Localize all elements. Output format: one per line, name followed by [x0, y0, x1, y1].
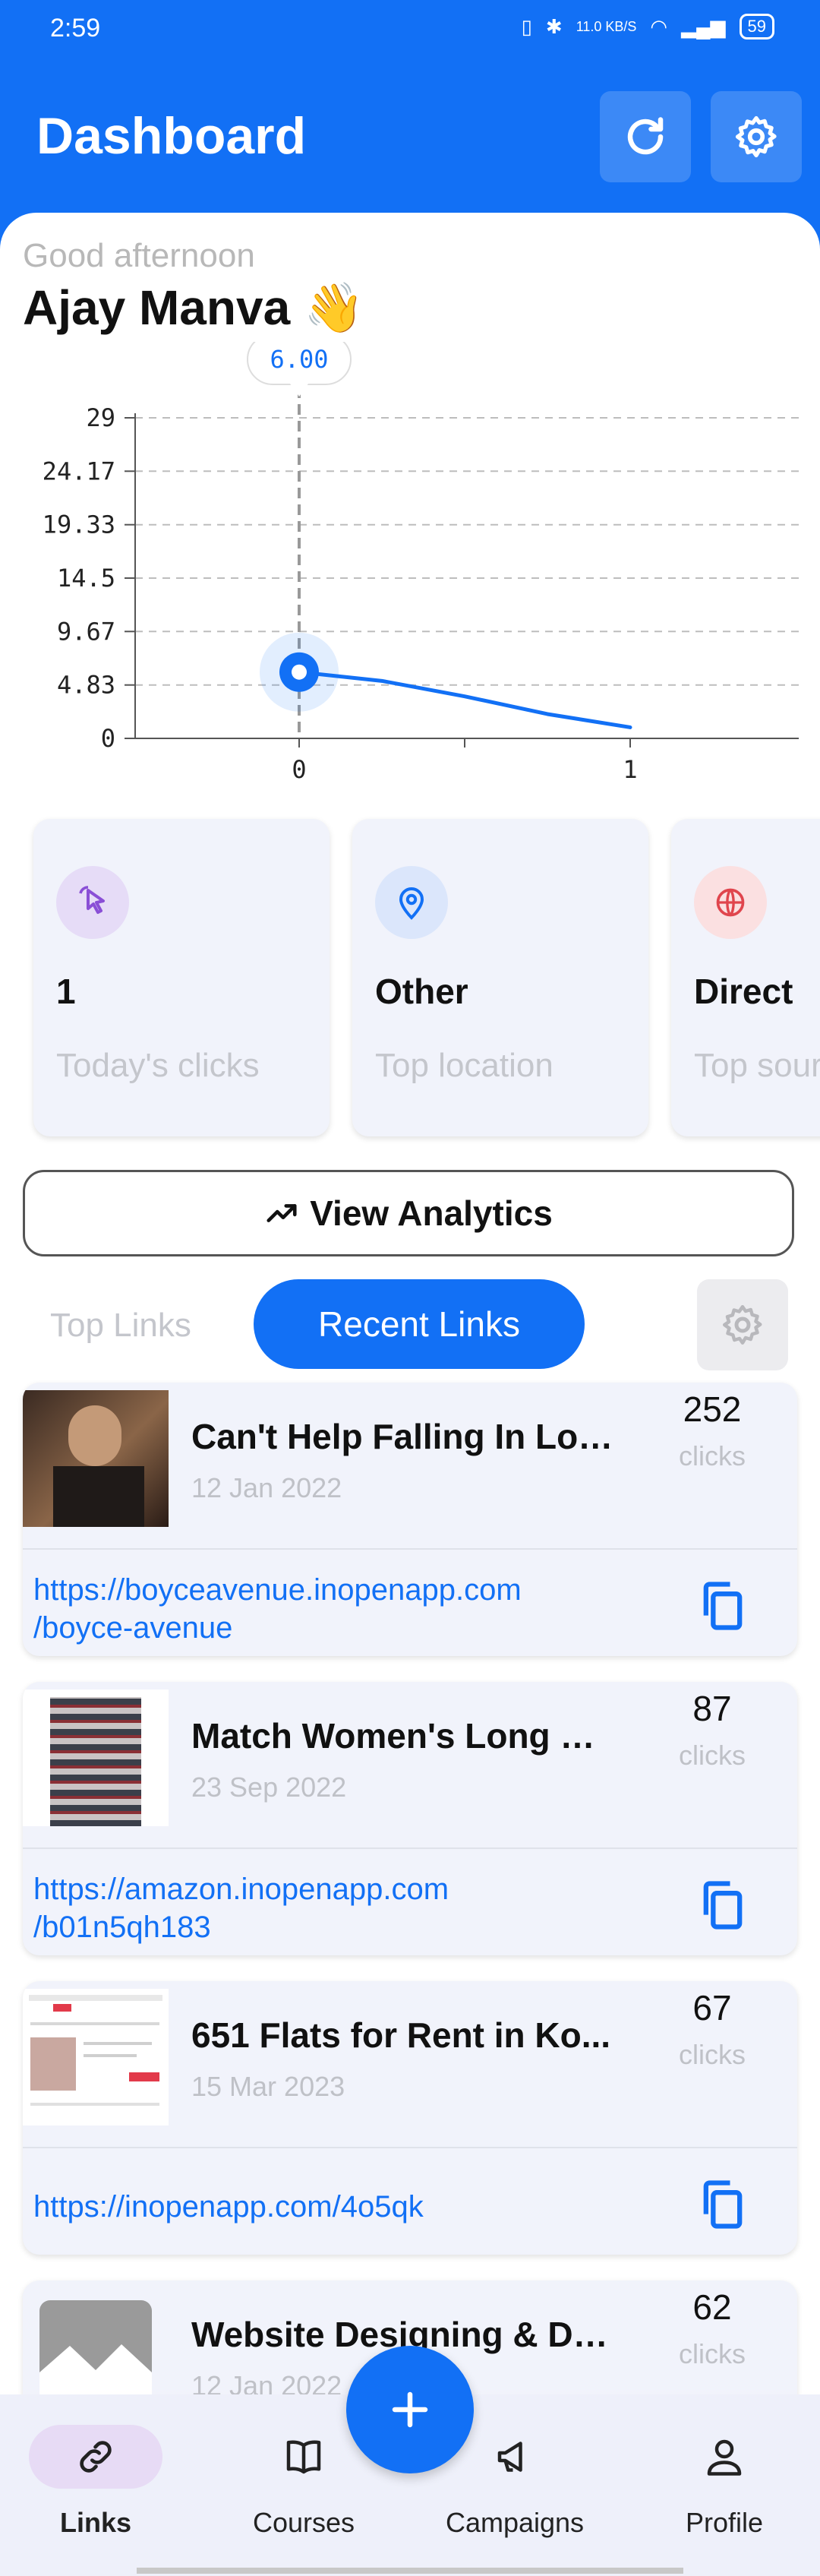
network-speed: 11.0 KB/S: [576, 18, 637, 34]
link-date: 15 Mar 2023: [191, 2071, 345, 2102]
refresh-button[interactable]: [600, 91, 691, 182]
y-tick-label: 29: [86, 403, 115, 432]
divider: [23, 1548, 797, 1550]
link-card[interactable]: 651 Flats for Rent in Ko... 15 Mar 2023 …: [23, 1981, 797, 2255]
stat-card-location[interactable]: Other Top location: [352, 819, 648, 1136]
copy-icon[interactable]: [694, 1577, 752, 1635]
stat-label: Top source: [694, 1047, 820, 1084]
tooltip-pointer: [290, 384, 308, 397]
trending-up-icon: [266, 1204, 297, 1222]
data-point-center: [292, 664, 307, 680]
click-count: 62: [692, 2287, 732, 2327]
y-tick-label: 24.17: [43, 457, 115, 485]
stat-value: 1: [56, 972, 76, 1011]
stat-card-source[interactable]: Direct Top source: [671, 819, 820, 1136]
stat-value: Direct: [694, 972, 793, 1011]
gesture-bar: [137, 2568, 683, 2574]
x-tick-label: 1: [623, 755, 637, 782]
series-line: [297, 670, 632, 729]
link-url[interactable]: https://inopenapp.com/4o5qk: [33, 2188, 424, 2226]
status-time: 2:59: [50, 14, 101, 43]
gear-icon: [723, 1305, 762, 1345]
wifi-icon: ◠: [650, 14, 668, 38]
link-thumbnail: [23, 1689, 169, 1826]
stat-label: Today's clicks: [56, 1047, 260, 1084]
link-url-line: /boyce-avenue: [33, 1611, 233, 1645]
status-icons: ▯ ✱ 11.0 KB/S ◠ ▂▄▆ 59: [522, 14, 774, 40]
nav-item-links[interactable]: Links: [12, 2425, 179, 2539]
dashboard-content: Good afternoon Ajay Manva 👋 29 24.17 19.33…: [0, 213, 820, 2401]
link-url-line: https://inopenapp.com/4o5qk: [33, 2190, 424, 2224]
clicks-chart: 29 24.17 19.33 14.5 9.67 4.83 0 0 1 6.00: [43, 342, 799, 782]
y-tick-label: 4.83: [57, 671, 115, 700]
tooltip-value: 6.00: [270, 345, 328, 374]
link-card[interactable]: Match Women's Long Sl... 23 Sep 2022 87 …: [23, 1682, 797, 1955]
list-settings-button[interactable]: [697, 1279, 788, 1370]
link-url-line: https://boyceavenue.inopenapp.com: [33, 1573, 522, 1607]
nav-label: Links: [59, 2507, 132, 2538]
link-url[interactable]: https://amazon.inopenapp.com/b01n5qh183: [33, 1870, 449, 1946]
wave-emoji: 👋: [303, 280, 364, 335]
y-tick-label: 9.67: [57, 617, 115, 646]
y-tick-label: 14.5: [57, 564, 115, 593]
link-title: Match Women's Long Sl...: [191, 1716, 617, 1756]
signal-icon: ▂▄▆: [681, 14, 726, 38]
link-icon: [29, 2425, 162, 2489]
battery-icon: 59: [739, 14, 774, 40]
refresh-icon: [627, 117, 664, 155]
page-title: Dashboard: [36, 107, 307, 165]
copy-icon[interactable]: [694, 2176, 752, 2233]
stat-value: Other: [375, 972, 468, 1011]
view-analytics-button[interactable]: View Analytics: [23, 1170, 794, 1256]
link-title: Can't Help Falling In Lov...: [191, 1417, 617, 1456]
copy-icon[interactable]: [694, 1876, 752, 1934]
click-label: clicks: [679, 1740, 746, 1771]
person-icon: [658, 2425, 791, 2489]
globe-icon: [694, 866, 767, 939]
tab-top-links[interactable]: Top Links: [50, 1307, 191, 1345]
user-name: Ajay Manva 👋: [23, 280, 364, 337]
divider: [23, 1847, 797, 1849]
location-pin-icon: [375, 866, 448, 939]
bluetooth-icon: ✱: [545, 14, 563, 38]
nav-label: Profile: [685, 2507, 764, 2538]
link-date: 12 Jan 2022: [191, 1472, 342, 1503]
cursor-click-icon: [56, 866, 129, 939]
settings-button[interactable]: [711, 91, 802, 182]
click-count: 87: [692, 1689, 732, 1728]
nav-label: Campaigns: [445, 2507, 585, 2538]
click-label: clicks: [679, 2338, 746, 2369]
y-tick-label: 19.33: [43, 510, 115, 539]
link-url-line: /b01n5qh183: [33, 1911, 211, 1944]
link-thumbnail: [23, 1989, 169, 2126]
link-title: 651 Flats for Rent in Ko...: [191, 2015, 611, 2055]
y-tick-label: 0: [101, 724, 115, 753]
link-date: 23 Sep 2022: [191, 1772, 347, 1803]
image-placeholder-icon: [39, 2300, 152, 2401]
divider: [23, 2147, 797, 2148]
stat-card-clicks[interactable]: 1 Today's clicks: [33, 819, 330, 1136]
stat-label: Top location: [375, 1047, 554, 1084]
user-name-text: Ajay Manva: [23, 280, 291, 335]
status-bar: 2:59 ▯ ✱ 11.0 KB/S ◠ ▂▄▆ 59: [0, 0, 820, 61]
link-thumbnail: [23, 1390, 169, 1527]
link-url-line: https://amazon.inopenapp.com: [33, 1873, 449, 1906]
link-card[interactable]: Can't Help Falling In Lov... 12 Jan 2022…: [23, 1383, 797, 1656]
plus-icon: [392, 2391, 428, 2428]
nav-item-profile[interactable]: Profile: [641, 2425, 808, 2539]
add-link-button[interactable]: [346, 2346, 474, 2473]
click-label: clicks: [679, 1440, 746, 1471]
click-count: 252: [683, 1389, 742, 1429]
click-count: 67: [692, 1988, 732, 2028]
link-url[interactable]: https://boyceavenue.inopenapp.com/boyce-…: [33, 1571, 522, 1647]
x-tick-label: 0: [292, 755, 306, 782]
vibrate-icon: ▯: [521, 14, 532, 38]
click-label: clicks: [679, 2039, 746, 2070]
nav-label: Courses: [252, 2507, 355, 2538]
tab-recent-links[interactable]: Recent Links: [254, 1279, 585, 1369]
gear-icon: [735, 115, 777, 158]
greeting-text: Good afternoon: [23, 237, 255, 274]
view-analytics-label: View Analytics: [310, 1193, 553, 1233]
